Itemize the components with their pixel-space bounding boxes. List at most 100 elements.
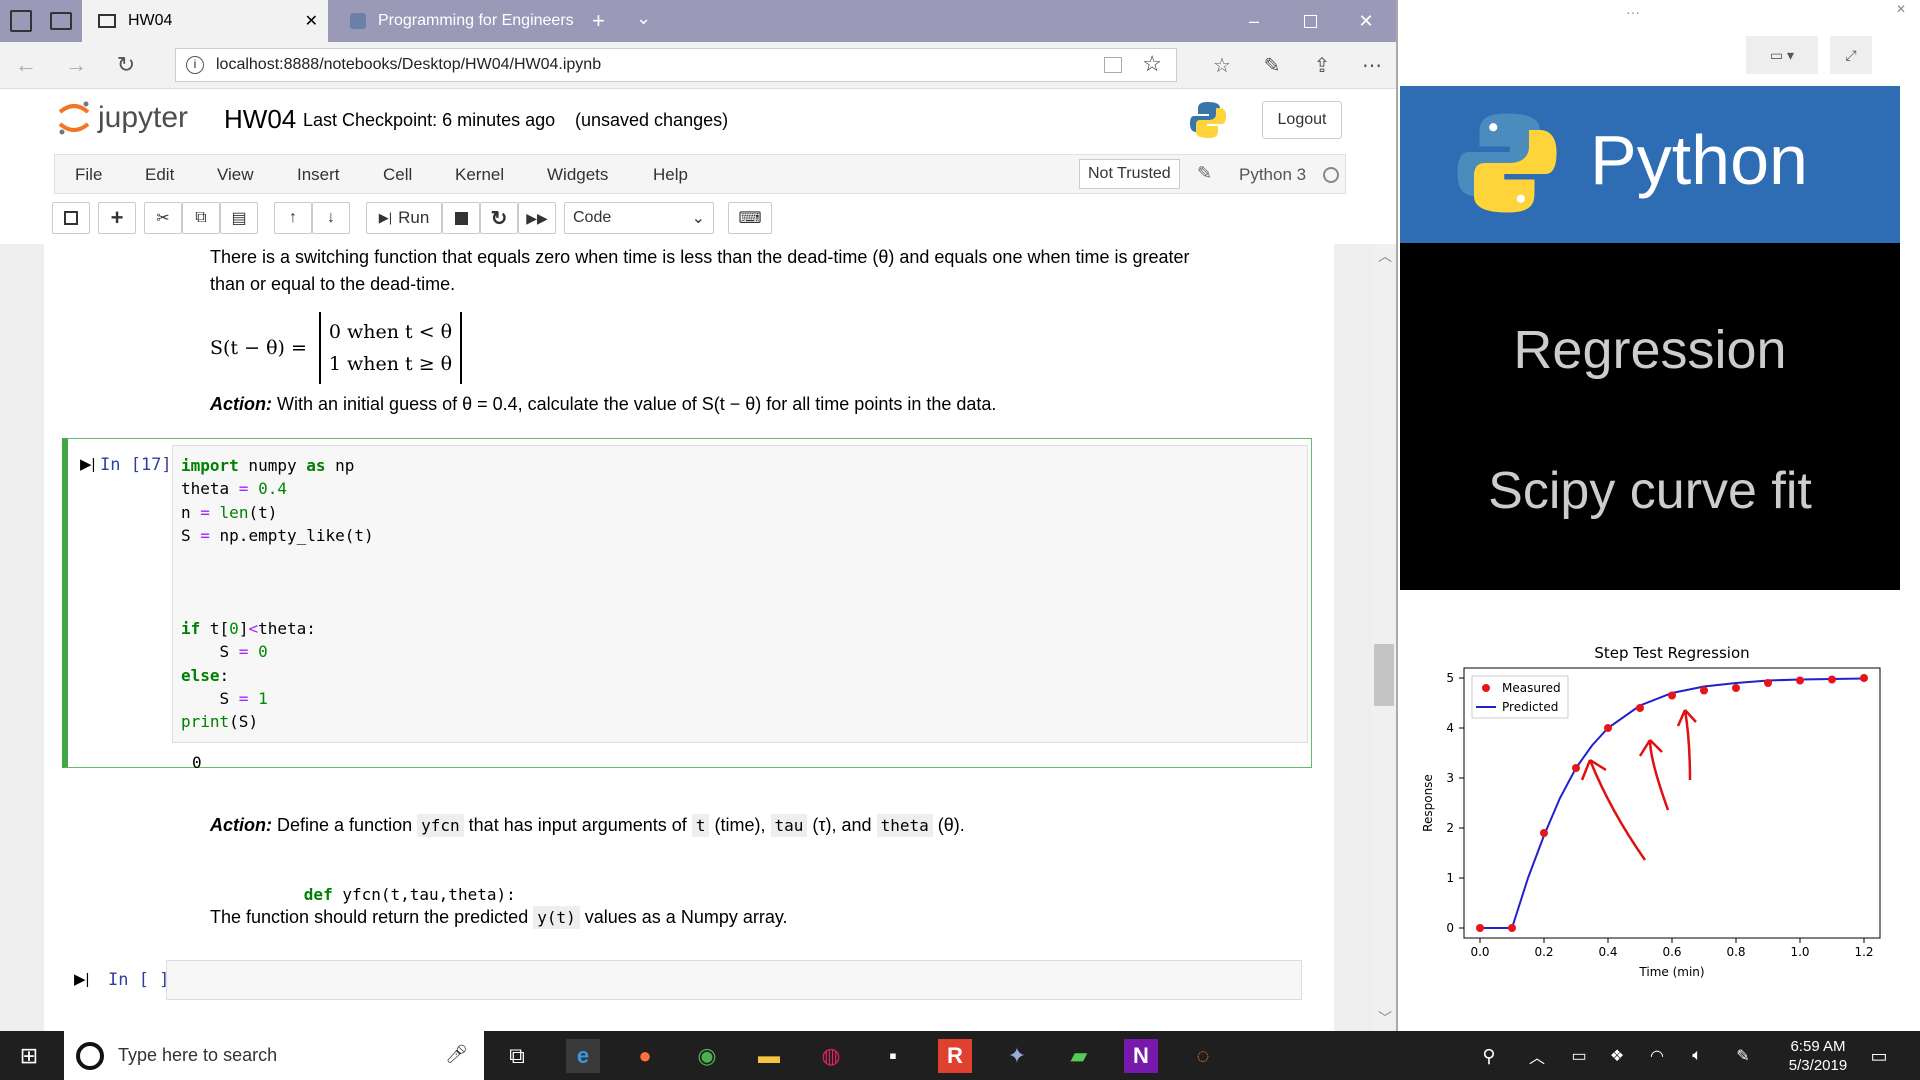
menu-cell[interactable]: Cell bbox=[383, 165, 412, 185]
scroll-up-icon[interactable]: ︿ bbox=[1378, 246, 1392, 266]
menu-help[interactable]: Help bbox=[653, 165, 688, 185]
menu-edit[interactable]: Edit bbox=[145, 165, 174, 185]
save-icon[interactable] bbox=[52, 202, 90, 234]
unsaved-status: (unsaved changes) bbox=[575, 110, 729, 130]
menu-widgets[interactable]: Widgets bbox=[547, 165, 608, 185]
close-window-icon[interactable]: ✕ bbox=[1338, 0, 1394, 42]
stop-icon[interactable] bbox=[442, 202, 480, 234]
run-cell-icon[interactable]: ▶| bbox=[80, 455, 95, 473]
tab-favicon bbox=[350, 13, 366, 29]
taskbar: ⊞ Type here to search 🎤︎ ⧉ e ● ◉ ▬ ◍ ▪ R… bbox=[0, 1031, 1920, 1080]
pen-workspace-icon[interactable]: ✎ bbox=[1726, 1039, 1760, 1073]
windows-start-icon[interactable]: ⊞ bbox=[12, 1039, 46, 1073]
chevron-down-icon[interactable]: ⌄ bbox=[636, 8, 651, 29]
copy-icon[interactable]: ⧉ bbox=[182, 202, 220, 234]
topic-curve-fit: Scipy curve fit bbox=[1488, 462, 1812, 520]
not-trusted-button[interactable]: Not Trusted bbox=[1079, 159, 1180, 189]
def-keyword: def bbox=[303, 885, 333, 905]
run-label: Run bbox=[398, 208, 430, 227]
notebook-name[interactable]: HW04 bbox=[224, 104, 296, 135]
chrome-icon[interactable]: ◉ bbox=[690, 1039, 724, 1073]
tab-actions-icon[interactable] bbox=[10, 10, 32, 32]
address-bar[interactable]: i localhost:8888/notebooks/Desktop/HW04/… bbox=[175, 48, 1177, 82]
firefox-icon[interactable]: ● bbox=[628, 1039, 662, 1073]
microphone-icon[interactable]: 🎤︎ bbox=[445, 1044, 468, 1065]
cell-type-select[interactable]: Code ⌄ bbox=[564, 202, 714, 234]
layout-button[interactable]: ▭ ▾ bbox=[1746, 36, 1818, 74]
jupyter-logo[interactable]: jupyter bbox=[56, 98, 188, 138]
action-label: Action: bbox=[210, 815, 272, 835]
reading-view-icon[interactable] bbox=[1104, 57, 1122, 73]
taskbar-search[interactable]: Type here to search 🎤︎ bbox=[64, 1031, 484, 1080]
maximize-icon[interactable] bbox=[1282, 0, 1338, 42]
wifi-icon[interactable]: ◠ bbox=[1640, 1039, 1674, 1073]
return-text-a: The function should return the predicted bbox=[210, 907, 529, 927]
scrollbar[interactable]: ︿ ﹀ bbox=[1372, 244, 1396, 1031]
measured-point bbox=[1796, 676, 1804, 685]
logout-button[interactable]: Logout bbox=[1262, 101, 1342, 139]
more-icon[interactable]: ⋯ bbox=[1354, 48, 1390, 82]
onenote-icon[interactable]: N bbox=[1124, 1039, 1158, 1073]
more-icon[interactable]: ··· bbox=[1626, 4, 1640, 20]
topic-slide: Regression Scipy curve fit bbox=[1400, 243, 1900, 590]
dropbox-icon[interactable]: ❖ bbox=[1600, 1039, 1634, 1073]
menu-file[interactable]: File bbox=[75, 165, 102, 185]
tab-hw04[interactable]: HW04 ✕ bbox=[82, 0, 328, 42]
x-tick-label: 0.6 bbox=[1662, 945, 1681, 959]
battery-icon[interactable]: ▭ bbox=[1562, 1039, 1596, 1073]
close-tab-icon[interactable]: ✕ bbox=[305, 11, 318, 31]
refresh-icon[interactable]: ↻ bbox=[108, 48, 144, 82]
measured-point bbox=[1508, 924, 1516, 932]
menu-kernel[interactable]: Kernel bbox=[455, 165, 504, 185]
code-cell-empty[interactable]: ▶| In [ ]: bbox=[62, 956, 1312, 1004]
jupyter-app-icon[interactable]: ◌ bbox=[1186, 1039, 1220, 1073]
volume-icon[interactable]: 🔈︎ bbox=[1680, 1039, 1714, 1073]
keyboard-icon[interactable]: ⌨ bbox=[728, 202, 772, 234]
move-up-icon[interactable]: ↑ bbox=[274, 202, 312, 234]
back-icon[interactable]: ← bbox=[8, 48, 44, 82]
cut-icon[interactable]: ✂ bbox=[144, 202, 182, 234]
clock[interactable]: 6:59 AM 5/3/2019 bbox=[1770, 1037, 1866, 1075]
edge-icon[interactable]: e bbox=[566, 1039, 600, 1073]
forward-icon[interactable]: → bbox=[58, 48, 94, 82]
add-cell-icon[interactable]: + bbox=[98, 202, 136, 234]
tray-chevron-icon[interactable]: ︿ bbox=[1520, 1039, 1554, 1073]
tab-programming-for-engineers[interactable]: Programming for Engineers bbox=[338, 0, 588, 42]
fast-forward-icon[interactable]: ▶▶ bbox=[518, 202, 556, 234]
scroll-down-icon[interactable]: ﹀ bbox=[1378, 1008, 1392, 1028]
code-input-empty[interactable] bbox=[166, 960, 1302, 1000]
share-icon[interactable]: ⇪ bbox=[1304, 48, 1340, 82]
code-input[interactable]: import numpy as np theta = 0.4 n = len(t… bbox=[172, 445, 1308, 743]
run-cell-icon[interactable]: ▶| bbox=[74, 970, 89, 988]
file-explorer-icon[interactable]: ▬ bbox=[752, 1039, 786, 1073]
close-icon[interactable]: ✕ bbox=[1896, 2, 1906, 16]
expand-icon[interactable]: ⤢ bbox=[1830, 36, 1872, 74]
menu-insert[interactable]: Insert bbox=[297, 165, 340, 185]
minimize-icon[interactable]: – bbox=[1226, 0, 1282, 42]
action-1: Action: With an initial guess of θ = 0.4… bbox=[210, 391, 996, 418]
terminal-icon[interactable]: ▪ bbox=[876, 1039, 910, 1073]
pen-icon[interactable]: ✎ bbox=[1254, 48, 1290, 82]
action-center-icon[interactable]: ▭ bbox=[1862, 1039, 1896, 1073]
edit-mode-pencil-icon: ✎ bbox=[1197, 163, 1213, 183]
y-tick-label: 2 bbox=[1446, 821, 1454, 835]
app-icon-green[interactable]: ▰ bbox=[1062, 1039, 1096, 1073]
app-icon-bird[interactable]: ✦ bbox=[1000, 1039, 1034, 1073]
run-button[interactable]: ▶| Run bbox=[366, 202, 442, 234]
new-tab-icon[interactable]: + bbox=[592, 8, 605, 34]
favorites-icon[interactable]: ☆ bbox=[1204, 48, 1240, 82]
favorite-star-icon[interactable]: ☆ bbox=[1142, 51, 1162, 77]
menu-view[interactable]: View bbox=[217, 165, 254, 185]
restart-icon[interactable]: ↻ bbox=[480, 202, 518, 234]
app-icon-red-circle[interactable]: ◍ bbox=[814, 1039, 848, 1073]
scroll-thumb[interactable] bbox=[1374, 644, 1394, 706]
move-down-icon[interactable]: ↓ bbox=[312, 202, 350, 234]
people-icon[interactable]: ⚲ bbox=[1472, 1039, 1506, 1073]
paste-icon[interactable]: ▤ bbox=[220, 202, 258, 234]
back-tabs-icon[interactable] bbox=[50, 12, 72, 30]
inline-code: tau bbox=[770, 814, 808, 837]
task-view-icon[interactable]: ⧉ bbox=[500, 1039, 534, 1073]
kernel-name[interactable]: Python 3 bbox=[1239, 165, 1306, 185]
r-app-icon[interactable]: R bbox=[938, 1039, 972, 1073]
code-cell-selected[interactable]: ▶| In [17]: import numpy as np theta = 0… bbox=[62, 438, 1312, 772]
